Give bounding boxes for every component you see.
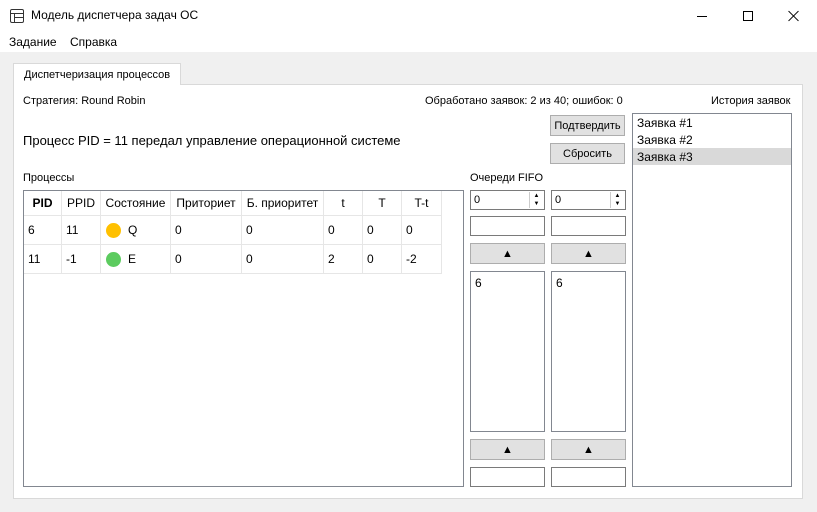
arrow-up-icon: ▲ bbox=[502, 443, 513, 456]
close-button[interactable] bbox=[771, 0, 817, 32]
minimize-icon bbox=[697, 15, 707, 17]
history-list[interactable]: Заявка #1 Заявка #2 Заявка #3 bbox=[632, 113, 792, 487]
history-item[interactable]: Заявка #3 bbox=[633, 148, 791, 165]
stats-label: Обработано заявок: 2 из 40; ошибок: 0 bbox=[425, 95, 623, 107]
table-row[interactable]: 11 -1 E 0 0 2 0 -2 bbox=[24, 245, 442, 274]
queue1-list[interactable]: 6 bbox=[470, 271, 545, 432]
state-text: E bbox=[128, 252, 137, 266]
queue2-push-button[interactable]: ▲ bbox=[551, 243, 626, 264]
menu-bar: Задание Справка bbox=[0, 32, 817, 52]
process-table[interactable]: PID PPID Состояние Приториет Б. приорите… bbox=[23, 190, 464, 487]
menu-help[interactable]: Справка bbox=[70, 35, 117, 49]
cell-t: 0 bbox=[324, 216, 363, 244]
state-text: Q bbox=[128, 223, 138, 237]
fifo-label: Очереди FIFO bbox=[470, 172, 544, 184]
col-header-T[interactable]: T bbox=[363, 191, 402, 215]
cell-base-priority: 0 bbox=[242, 216, 324, 244]
queue2-pop-button[interactable]: ▲ bbox=[551, 439, 626, 460]
table-row[interactable]: 6 11 Q 0 0 0 0 0 bbox=[24, 216, 442, 245]
title-bar: Модель диспетчера задач ОС bbox=[0, 0, 817, 32]
cell-priority: 0 bbox=[171, 245, 242, 273]
queue1-spin-value: 0 bbox=[474, 194, 481, 206]
spin-down-icon[interactable]: ▼ bbox=[530, 200, 543, 208]
cell-ppid: 11 bbox=[62, 216, 101, 244]
queue1-pop-button[interactable]: ▲ bbox=[470, 439, 545, 460]
maximize-button[interactable] bbox=[725, 0, 771, 32]
cell-base-priority: 0 bbox=[242, 245, 324, 273]
spin-down-icon[interactable]: ▼ bbox=[611, 200, 624, 208]
menu-task[interactable]: Задание bbox=[9, 35, 57, 49]
close-icon bbox=[788, 10, 800, 22]
cell-T-minus-t: -2 bbox=[402, 245, 442, 273]
col-header-T-minus-t[interactable]: T-t bbox=[402, 191, 442, 215]
col-header-ppid[interactable]: PPID bbox=[62, 191, 101, 215]
queue1-input[interactable] bbox=[470, 216, 545, 236]
cell-pid: 6 bbox=[24, 216, 62, 244]
processes-label: Процессы bbox=[23, 172, 75, 184]
queue1-spinbox[interactable]: 0 ▲ ▼ bbox=[470, 190, 545, 210]
arrow-up-icon: ▲ bbox=[583, 443, 594, 456]
strategy-label: Стратегия: Round Robin bbox=[23, 95, 146, 107]
list-item[interactable]: 6 bbox=[556, 276, 625, 290]
cell-pid: 11 bbox=[24, 245, 62, 273]
list-item[interactable]: 6 bbox=[475, 276, 544, 290]
tab-process-dispatching[interactable]: Диспетчеризация процессов bbox=[13, 63, 181, 85]
col-header-priority[interactable]: Приториет bbox=[171, 191, 242, 215]
col-header-state[interactable]: Состояние bbox=[101, 191, 171, 215]
queue1-spin-buttons[interactable]: ▲ ▼ bbox=[529, 192, 543, 208]
history-item[interactable]: Заявка #1 bbox=[633, 114, 791, 131]
state-indicator-icon bbox=[106, 222, 121, 238]
col-header-base-priority[interactable]: Б. приоритет bbox=[242, 191, 324, 215]
queue1-output[interactable] bbox=[470, 467, 545, 487]
cell-priority: 0 bbox=[171, 216, 242, 244]
cell-T-minus-t: 0 bbox=[402, 216, 442, 244]
history-item[interactable]: Заявка #2 bbox=[633, 131, 791, 148]
queue2-spinbox[interactable]: 0 ▲ ▼ bbox=[551, 190, 626, 210]
reset-button[interactable]: Сбросить bbox=[550, 143, 625, 164]
col-header-pid[interactable]: PID bbox=[24, 191, 62, 215]
status-message: Процесс PID = 11 передал управление опер… bbox=[23, 133, 401, 148]
window-title: Модель диспетчера задач ОС bbox=[31, 8, 199, 22]
spin-up-icon[interactable]: ▲ bbox=[530, 192, 543, 200]
table-header: PID PPID Состояние Приториет Б. приорите… bbox=[24, 191, 442, 216]
confirm-button[interactable]: Подтвердить bbox=[550, 115, 625, 136]
spin-up-icon[interactable]: ▲ bbox=[611, 192, 624, 200]
queue2-spin-value: 0 bbox=[555, 194, 562, 206]
cell-T: 0 bbox=[363, 216, 402, 244]
cell-t: 2 bbox=[324, 245, 363, 273]
queue2-output[interactable] bbox=[551, 467, 626, 487]
cell-state: E bbox=[101, 245, 171, 273]
arrow-up-icon: ▲ bbox=[502, 247, 513, 260]
cell-ppid: -1 bbox=[62, 245, 101, 273]
queue2-list[interactable]: 6 bbox=[551, 271, 626, 432]
queue1-push-button[interactable]: ▲ bbox=[470, 243, 545, 264]
queue2-spin-buttons[interactable]: ▲ ▼ bbox=[610, 192, 624, 208]
maximize-icon bbox=[743, 11, 753, 21]
col-header-t[interactable]: t bbox=[324, 191, 363, 215]
history-label: История заявок bbox=[711, 95, 791, 107]
queue2-input[interactable] bbox=[551, 216, 626, 236]
app-table-icon bbox=[10, 9, 24, 23]
arrow-up-icon: ▲ bbox=[583, 247, 594, 260]
state-indicator-icon bbox=[106, 251, 121, 267]
cell-state: Q bbox=[101, 216, 171, 244]
minimize-button[interactable] bbox=[679, 0, 725, 32]
cell-T: 0 bbox=[363, 245, 402, 273]
